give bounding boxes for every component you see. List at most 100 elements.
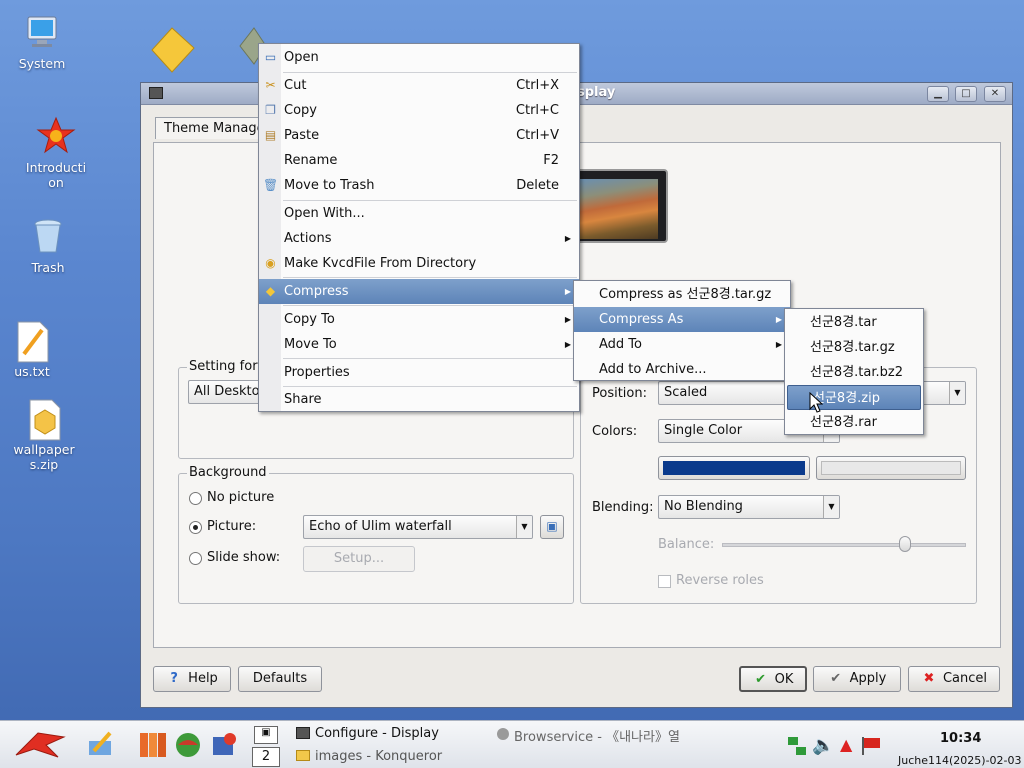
taskbar: ▣ 2 Configure - Display images - Konquer… <box>0 720 1024 768</box>
alert-icon[interactable]: ▲ <box>840 735 852 754</box>
text-file-icon <box>12 320 52 363</box>
books-icon[interactable] <box>138 729 168 759</box>
folder-icon[interactable] <box>150 26 196 78</box>
balance-label: Balance: <box>658 537 715 552</box>
chevron-right-icon: ▶ <box>775 340 782 349</box>
position-label: Position: <box>592 386 647 401</box>
task-browservice[interactable]: Browservice - 《내나라》열 <box>514 726 684 745</box>
menu-item-paste[interactable]: ▤ Paste Ctrl+V <box>259 123 579 148</box>
apply-button[interactable]: ✔ Apply <box>813 666 901 692</box>
window-title: splay <box>577 85 616 100</box>
context-menu: ▭ Open ✂ Cut Ctrl+X ❐ Copy Ctrl+C ▤ Paste Ctrl+… <box>258 43 580 412</box>
paste-icon: ▤ <box>264 128 277 142</box>
chevron-down-icon: ▼ <box>823 496 839 518</box>
chevron-down-icon: ▼ <box>949 382 965 404</box>
menu-item-tar-gz[interactable]: 선군8경.tar.gz <box>785 335 923 360</box>
mouse-cursor-icon <box>809 391 824 418</box>
desktop-pager-icon[interactable]: ▣ <box>254 726 278 744</box>
task-images-konqueror[interactable]: images - Konqueror <box>315 749 442 764</box>
minimize-button[interactable]: ▁ <box>927 86 949 102</box>
balance-slider-handle[interactable] <box>899 536 911 552</box>
background-group-label: Background <box>187 465 269 480</box>
menu-item-open[interactable]: ▭ Open <box>259 45 579 70</box>
tab-theme-manager[interactable]: Theme Manage <box>155 117 274 139</box>
desktop-icon-introduction[interactable]: Introduction <box>20 116 92 190</box>
no-picture-radio[interactable] <box>189 492 202 505</box>
menu-item-copy[interactable]: ❐ Copy Ctrl+C <box>259 98 579 123</box>
desktop-icon-label: Introduction <box>25 160 87 190</box>
chevron-right-icon: ▶ <box>564 340 571 349</box>
menu-item-compress[interactable]: ◆ Compress ▶ <box>259 279 579 304</box>
clock-time[interactable]: 10:34 <box>940 731 981 746</box>
menu-item-zip[interactable]: 선군8경.zip <box>787 385 921 410</box>
browse-picture-button[interactable]: ▣ <box>540 515 564 539</box>
menu-item-compress-as-tar-gz[interactable]: Compress as 선군8경.tar.gz <box>574 282 790 307</box>
defaults-button[interactable]: Defaults <box>238 666 322 692</box>
app-icon <box>149 87 163 99</box>
picture-select[interactable]: Echo of Ulim waterfall ▼ <box>303 515 533 539</box>
trash-icon <box>28 216 68 256</box>
compress-submenu: Compress as 선군8경.tar.gz Compress As ▶ Add… <box>573 280 791 381</box>
menu-item-make-kvcdfile[interactable]: ◉ Make KvcdFile From Directory <box>259 251 579 276</box>
primary-color-button[interactable] <box>658 456 810 480</box>
preview-image <box>580 179 658 239</box>
picture-radio[interactable] <box>189 521 202 534</box>
desktop-icon-trash[interactable]: Trash <box>12 216 84 275</box>
no-picture-label: No picture <box>207 490 275 505</box>
setup-button[interactable]: Setup... <box>303 546 415 572</box>
menu-item-rar[interactable]: 선군8경.rar <box>785 410 923 435</box>
flag-icon[interactable] <box>860 735 882 757</box>
menu-item-copy-to[interactable]: Copy To ▶ <box>259 307 579 332</box>
wallpaper-preview <box>570 169 668 243</box>
chevron-right-icon: ▶ <box>564 315 571 324</box>
reverse-roles-label: Reverse roles <box>676 573 764 588</box>
ok-button[interactable]: ✔ OK <box>739 666 807 692</box>
menu-item-tar-bz2[interactable]: 선군8경.tar.bz2 <box>785 360 923 385</box>
menu-item-cut[interactable]: ✂ Cut Ctrl+X <box>259 73 579 98</box>
slideshow-radio[interactable] <box>189 552 202 565</box>
start-menu-button[interactable] <box>10 729 68 765</box>
copy-icon: ❐ <box>265 103 276 117</box>
menu-item-actions[interactable]: Actions ▶ <box>259 226 579 251</box>
network-icon[interactable] <box>786 735 808 757</box>
globe-icon[interactable] <box>174 731 202 759</box>
volume-icon[interactable]: 🔈 <box>812 735 834 756</box>
desktop-icon-system[interactable]: System <box>6 12 78 71</box>
menu-item-rename[interactable]: Rename F2 <box>259 148 579 173</box>
desktop-icon-us-txt[interactable]: us.txt <box>0 320 68 379</box>
chevron-right-icon: ▶ <box>775 315 782 324</box>
desktop-icon-label: us.txt <box>14 364 50 379</box>
color-swatch <box>821 461 961 475</box>
disc-icon: ◉ <box>265 256 276 270</box>
help-button[interactable]: ? Help <box>153 666 231 692</box>
cancel-button[interactable]: ✖ Cancel <box>908 666 1000 692</box>
menu-item-add-to[interactable]: Add To ▶ <box>574 332 790 357</box>
menu-item-tar[interactable]: 선군8경.tar <box>785 310 923 335</box>
blending-select[interactable]: No Blending ▼ <box>658 495 840 519</box>
maximize-button[interactable]: □ <box>955 86 977 102</box>
menu-item-add-to-archive[interactable]: Add to Archive... <box>574 357 790 382</box>
folder-open-icon: ▣ <box>546 519 558 533</box>
menu-item-compress-as[interactable]: Compress As ▶ <box>574 307 790 332</box>
desktop-icon-wallpapers-zip[interactable]: wallpapers.zip <box>8 398 80 472</box>
browser-icon <box>497 728 509 740</box>
menu-item-share[interactable]: Share <box>259 387 579 412</box>
archive-icon: ◆ <box>265 284 276 298</box>
edit-tool-icon[interactable] <box>86 729 116 759</box>
scissors-icon: ✂ <box>265 78 276 92</box>
desktop-pager-2[interactable]: 2 <box>252 747 280 767</box>
balance-slider-track[interactable] <box>722 543 966 547</box>
reverse-roles-checkbox[interactable] <box>658 575 671 588</box>
compress-as-submenu: 선군8경.tar 선군8경.tar.gz 선군8경.tar.bz2 선군8경.z… <box>784 308 924 435</box>
close-button[interactable]: ✕ <box>984 86 1006 102</box>
slideshow-label: Slide show: <box>207 550 281 565</box>
menu-item-properties[interactable]: Properties <box>259 360 579 385</box>
task-configure-display[interactable]: Configure - Display <box>315 726 439 741</box>
picture-label: Picture: <box>207 519 257 534</box>
secondary-color-button[interactable] <box>816 456 966 480</box>
media-icon[interactable] <box>210 731 238 759</box>
menu-item-move-to[interactable]: Move To ▶ <box>259 332 579 357</box>
menu-item-move-to-trash[interactable]: 🗑 Move to Trash Delete <box>259 173 579 198</box>
clock-date[interactable]: Juche114(2025)-02-03 <box>898 754 1022 767</box>
menu-item-open-with[interactable]: Open With... <box>259 201 579 226</box>
